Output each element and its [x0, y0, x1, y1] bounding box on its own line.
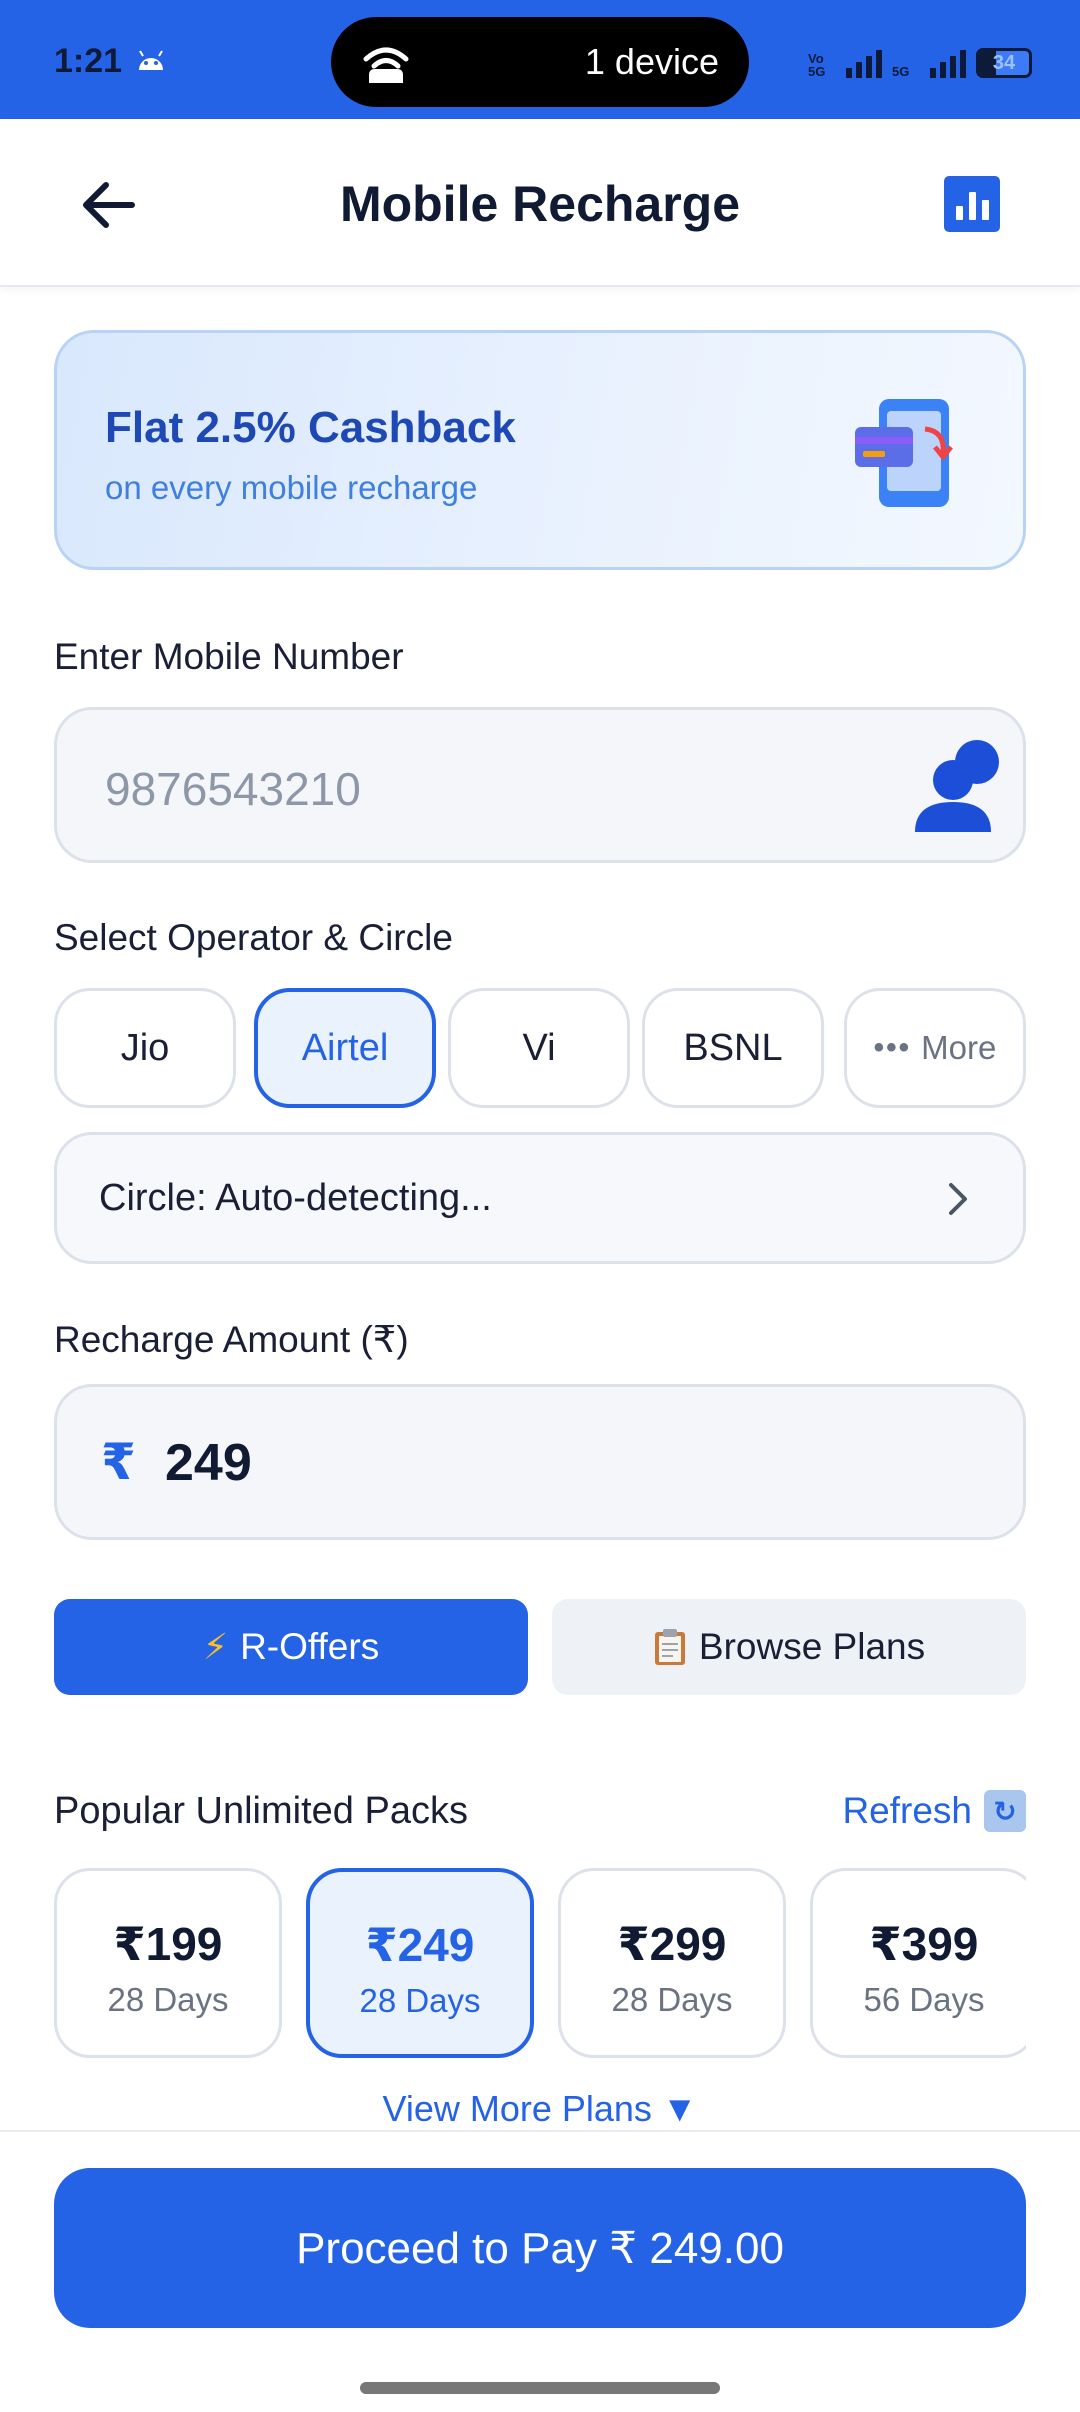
more-label: More	[921, 1029, 997, 1066]
pack-price: ₹299	[617, 1918, 727, 1970]
operator-label: Select Operator & Circle	[54, 917, 453, 958]
pack-validity: 28 Days	[611, 1981, 733, 2018]
pack-card[interactable]: ₹199 28 Days	[54, 1868, 282, 2058]
home-indicator[interactable]	[360, 2382, 720, 2394]
android-icon	[139, 50, 163, 70]
refresh-button[interactable]: Refresh ↻	[842, 1790, 1026, 1832]
more-dots-icon: •••	[873, 1031, 912, 1064]
app-header: Mobile Recharge	[0, 119, 1080, 287]
view-more-plans-link[interactable]: View More Plans ▼	[0, 2088, 1080, 2130]
pack-card[interactable]: ₹299 28 Days	[558, 1868, 786, 2058]
hotspot-icon	[363, 47, 409, 83]
proceed-to-pay-button[interactable]: Proceed to Pay ₹ 249.00	[54, 2168, 1026, 2328]
pack-validity: 56 Days	[863, 1981, 985, 2018]
bottom-bar: Proceed to Pay ₹ 249.00	[0, 2130, 1080, 2412]
operator-more-button[interactable]: ••• More	[844, 988, 1026, 1108]
volte-label: Vo 5G	[808, 51, 826, 79]
operator-jio[interactable]: Jio	[54, 988, 236, 1108]
pack-card-selected[interactable]: ₹249 28 Days	[306, 1868, 534, 2058]
amount-value: 249	[165, 1434, 252, 1492]
circle-selector[interactable]: Circle: Auto-detecting...	[54, 1132, 1026, 1264]
amount-label: Recharge Amount (₹)	[54, 1319, 409, 1360]
battery-icon: 34	[976, 48, 1032, 78]
bar-chart-icon	[955, 206, 963, 220]
hotspot-device-count: 1 device	[584, 41, 719, 82]
mobile-number-field[interactable]: 9876543210	[54, 707, 1026, 863]
banner-subtitle: on every mobile recharge	[105, 469, 478, 506]
circle-text: Circle: Auto-detecting...	[99, 1177, 492, 1219]
cashback-banner[interactable]: Flat 2.5% Cashback on every mobile recha…	[54, 330, 1026, 570]
pack-validity: 28 Days	[359, 1982, 481, 2019]
status-icons: Vo 5G 5G 34	[808, 44, 1032, 78]
browse-plans-button[interactable]: Browse Plans	[552, 1599, 1026, 1695]
lightning-icon: ⚡	[202, 1626, 229, 1667]
pack-price: ₹199	[113, 1918, 223, 1970]
stats-button[interactable]	[944, 176, 1000, 232]
pack-price: ₹249	[365, 1919, 475, 1971]
hotspot-pill[interactable]: 1 device	[331, 17, 749, 107]
signal-icon-sim1	[846, 48, 882, 78]
pack-price: ₹399	[869, 1918, 979, 1970]
rupee-icon: ₹	[101, 1434, 136, 1490]
r-offers-button[interactable]: ⚡ R-Offers	[54, 1599, 528, 1695]
banner-title: Flat 2.5% Cashback	[105, 403, 516, 452]
operator-airtel[interactable]: Airtel	[254, 988, 436, 1108]
signal-icon-sim2	[930, 48, 966, 78]
battery-level: 34	[992, 52, 1016, 74]
amount-field[interactable]: ₹ 249	[54, 1384, 1026, 1540]
page-title: Mobile Recharge	[339, 176, 741, 232]
packs-carousel[interactable]: ₹199 28 Days ₹249 28 Days ₹299 28 Days ₹…	[54, 1868, 1026, 2060]
status-bar: 1:21 1 device Vo 5G 5G 34	[0, 0, 1080, 119]
phone-payment-icon	[855, 399, 953, 507]
pack-card[interactable]: ₹399 56 Days	[810, 1868, 1026, 2058]
r-offers-label: R-Offers	[240, 1626, 380, 1667]
refresh-icon: ↻	[984, 1790, 1026, 1832]
pack-validity: 28 Days	[107, 1981, 229, 2018]
operator-bsnl[interactable]: BSNL	[642, 988, 824, 1108]
chevron-right-icon	[949, 1183, 967, 1215]
refresh-label: Refresh	[842, 1790, 972, 1831]
status-time: 1:21	[54, 42, 123, 80]
network-type-label: 5G	[892, 64, 910, 79]
mobile-number-label: Enter Mobile Number	[54, 636, 404, 677]
clipboard-icon	[654, 1629, 685, 1665]
contacts-icon[interactable]	[911, 736, 1007, 836]
browse-plans-label: Browse Plans	[698, 1626, 926, 1667]
packs-title: Popular Unlimited Packs	[54, 1790, 468, 1832]
mobile-number-placeholder: 9876543210	[105, 763, 361, 815]
operator-vi[interactable]: Vi	[448, 988, 630, 1108]
